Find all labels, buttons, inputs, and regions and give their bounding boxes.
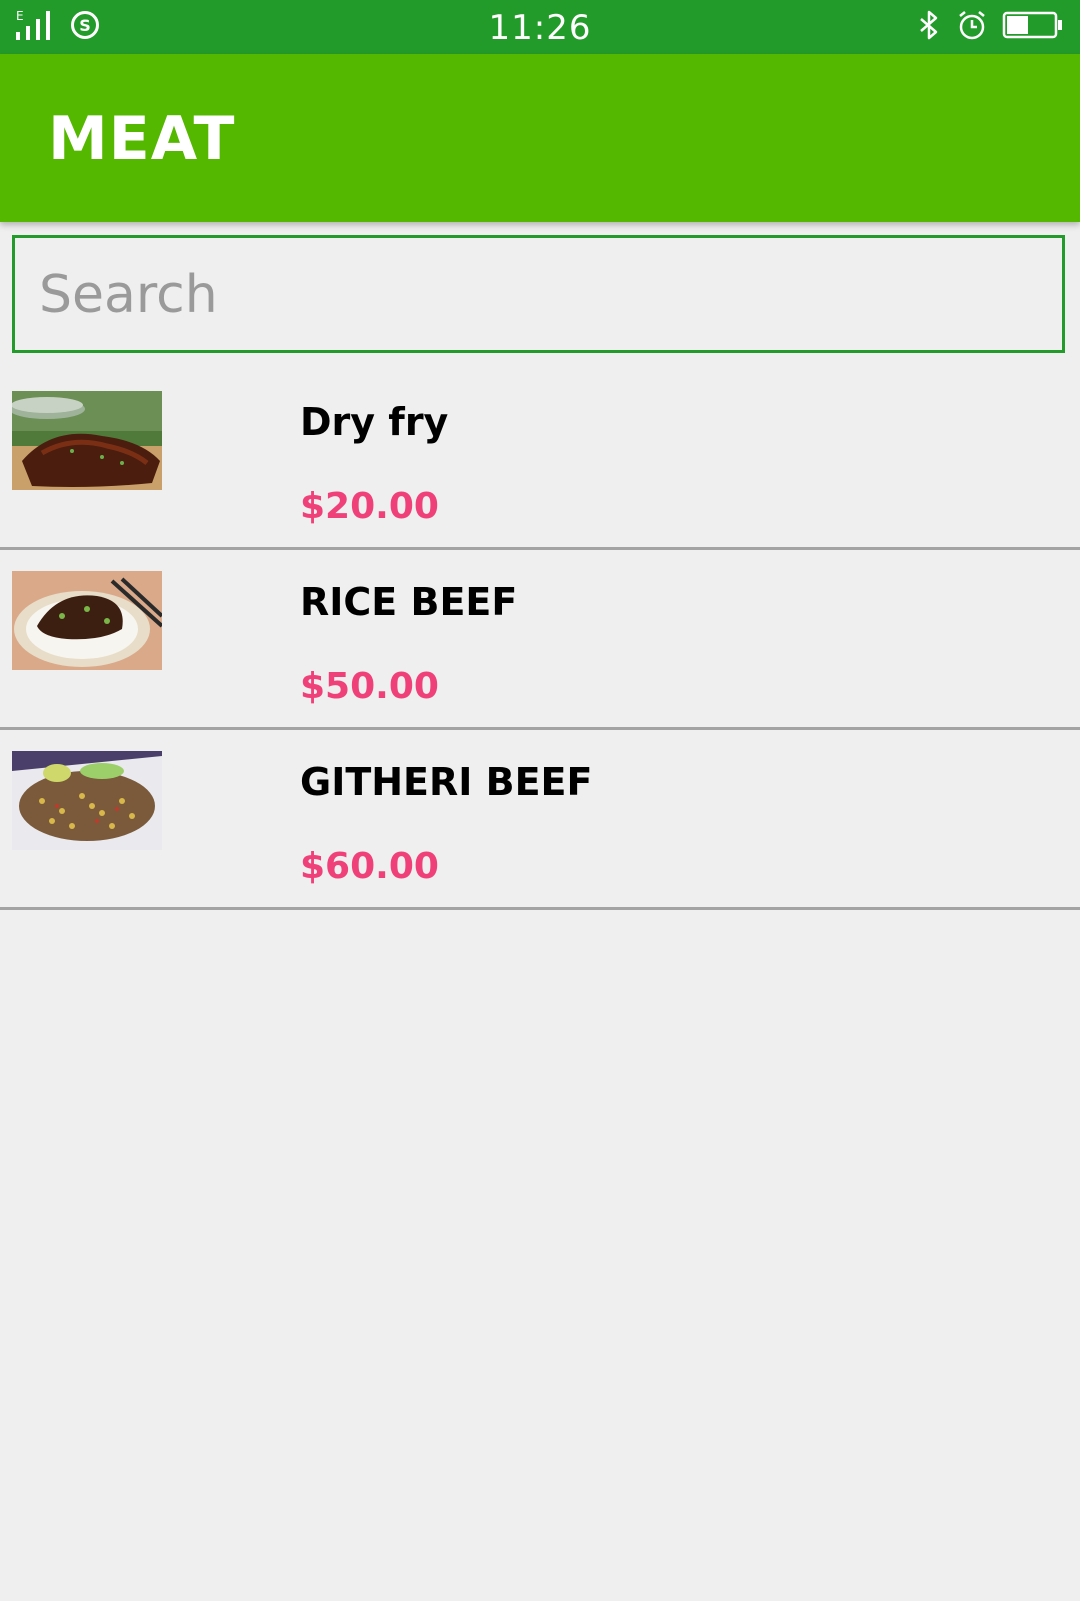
status-right-icons: [916, 10, 1064, 44]
list-item[interactable]: Dry fry $20.00: [0, 370, 1080, 550]
item-image-rice-beef: [12, 571, 162, 670]
meat-list: Dry fry $20.00 RICE BEEF $50.00 GITHERI …: [0, 370, 1080, 910]
search-box[interactable]: [12, 235, 1065, 353]
search-input[interactable]: [37, 258, 1041, 332]
battery-fill: [1007, 15, 1028, 34]
item-name: RICE BEEF: [300, 580, 518, 624]
item-name: Dry fry: [300, 400, 449, 444]
list-item[interactable]: RICE BEEF $50.00: [0, 550, 1080, 730]
page-title: MEAT: [48, 104, 236, 174]
alarm-icon: [956, 9, 988, 46]
item-image-githeri-beef: [12, 751, 162, 850]
item-image-dry-fry: [12, 391, 162, 490]
battery-icon: [1002, 10, 1064, 45]
status-bar: E S 11:26: [0, 0, 1080, 54]
list-item[interactable]: GITHERI BEEF $60.00: [0, 730, 1080, 910]
item-price: $20.00: [300, 486, 439, 527]
item-name: GITHERI BEEF: [300, 760, 593, 804]
item-price: $60.00: [300, 846, 439, 887]
bluetooth-icon: [916, 10, 942, 45]
item-price: $50.00: [300, 666, 439, 707]
app-bar: MEAT: [0, 54, 1080, 222]
